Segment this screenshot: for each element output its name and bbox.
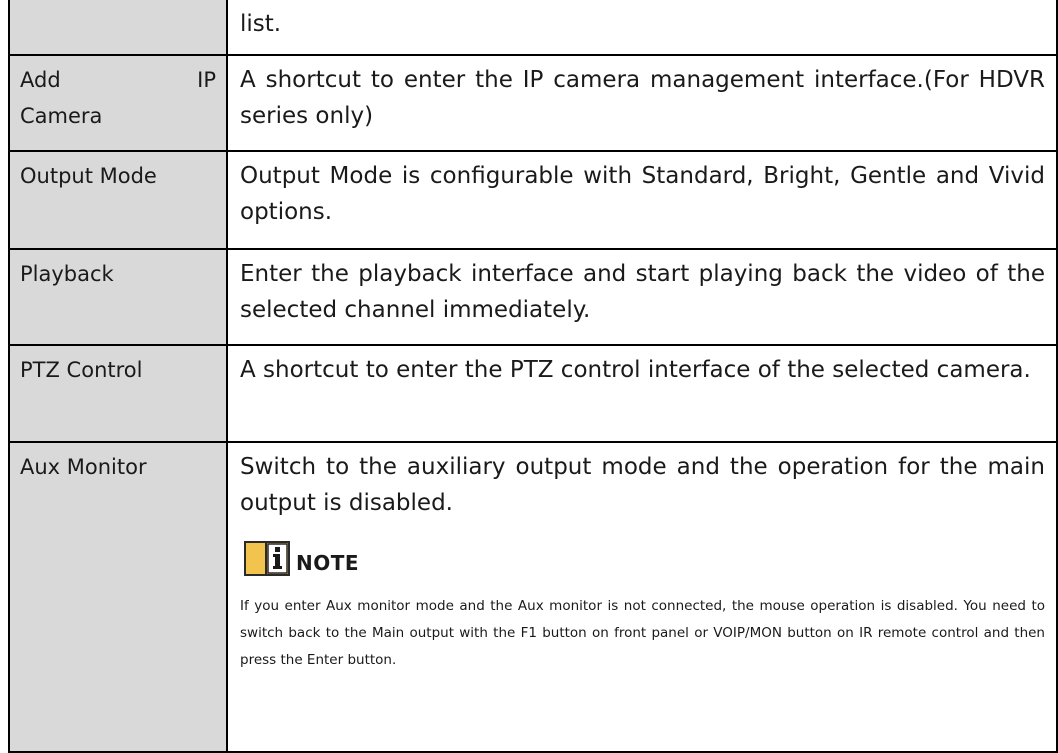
table-row: Add IP Camera A shortcut to enter the IP… [8, 54, 1058, 152]
row-description-with-note: Switch to the auxiliary output mode and … [226, 441, 1058, 753]
table-row: Aux Monitor Switch to the auxiliary outp… [8, 441, 1058, 753]
table-row: Output Mode Output Mode is configurable … [8, 150, 1058, 250]
row-description: Switch to the auxiliary output mode and … [240, 454, 1045, 516]
label-line-2: Camera [20, 104, 103, 128]
row-description: Output Mode is configurable with Standar… [226, 150, 1058, 250]
row-label-playback: Playback [8, 248, 228, 346]
row-label-empty [8, 0, 228, 56]
note-header: NOTE [242, 535, 1045, 581]
table-row: list. [8, 0, 1058, 56]
note-body: If you enter Aux monitor mode and the Au… [240, 598, 1045, 668]
row-description: A shortcut to enter the IP camera manage… [226, 54, 1058, 152]
label-word-ip: IP [197, 68, 216, 92]
label-line-1: Add IP [20, 62, 216, 98]
row-label-aux-monitor: Aux Monitor [8, 441, 228, 753]
row-label-output-mode: Output Mode [8, 150, 228, 250]
note-title: NOTE [296, 551, 360, 575]
menu-options-table: list. Add IP Camera A shortcut to enter … [8, 0, 1058, 753]
label-word-add: Add [20, 68, 61, 92]
row-label-add-ip-camera: Add IP Camera [8, 54, 228, 152]
row-description: A shortcut to enter the PTZ control inte… [226, 344, 1058, 443]
row-description: list. [226, 0, 1058, 56]
row-label-ptz-control: PTZ Control [8, 344, 228, 443]
table-row: Playback Enter the playback interface an… [8, 248, 1058, 346]
info-book-icon [244, 541, 290, 576]
table-row: PTZ Control A shortcut to enter the PTZ … [8, 344, 1058, 443]
row-description: Enter the playback interface and start p… [226, 248, 1058, 346]
